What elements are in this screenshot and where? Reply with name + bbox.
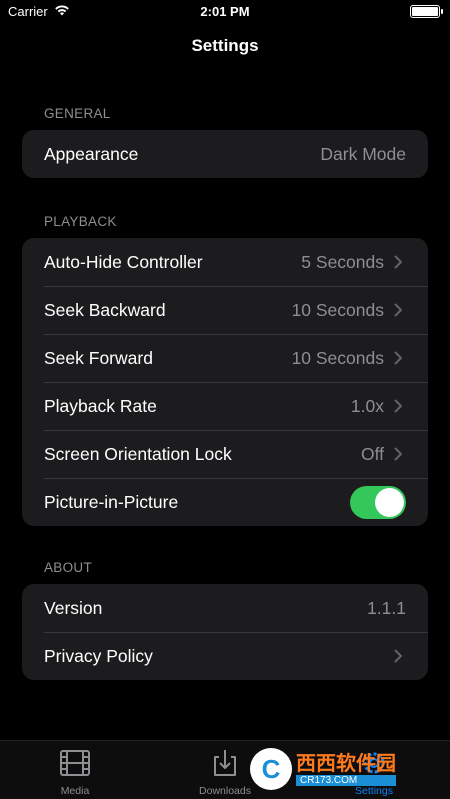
general-group: Appearance Dark Mode — [22, 130, 428, 178]
watermark-emblem: C — [250, 748, 292, 790]
appearance-row[interactable]: Appearance Dark Mode — [22, 130, 428, 178]
seek-forward-label: Seek Forward — [44, 347, 153, 368]
pip-row: Picture-in-Picture — [22, 478, 428, 526]
section-header-general: GENERAL — [44, 106, 111, 121]
chevron-right-icon — [394, 447, 406, 461]
playback-rate-row[interactable]: Playback Rate 1.0x — [22, 382, 428, 430]
status-bar: Carrier 2:01 PM — [0, 0, 450, 24]
appearance-value: Dark Mode — [320, 143, 406, 164]
orientation-lock-value: Off — [360, 443, 384, 464]
playback-rate-value: 1.0x — [350, 395, 384, 416]
chevron-right-icon — [394, 399, 406, 413]
orientation-lock-label: Screen Orientation Lock — [44, 443, 232, 464]
section-header-playback: PLAYBACK — [44, 214, 117, 229]
pip-label: Picture-in-Picture — [44, 491, 179, 512]
toggle-knob — [375, 487, 404, 517]
chevron-right-icon — [394, 303, 406, 317]
orientation-lock-row[interactable]: Screen Orientation Lock Off — [22, 430, 428, 478]
about-group: Version 1.1.1 Privacy Policy — [22, 584, 428, 680]
pip-toggle[interactable] — [350, 485, 406, 519]
seek-forward-row[interactable]: Seek Forward 10 Seconds — [22, 334, 428, 382]
seek-backward-value: 10 Seconds — [291, 299, 384, 320]
chevron-right-icon — [394, 649, 406, 663]
tab-media[interactable]: Media — [15, 749, 135, 797]
tab-downloads-label: Downloads — [199, 785, 251, 797]
privacy-policy-label: Privacy Policy — [44, 645, 153, 666]
download-icon — [211, 749, 239, 782]
status-time: 2:01 PM — [200, 4, 250, 19]
watermark-logo: C 西西软件园 CR173.COM — [250, 748, 430, 790]
watermark-url: CR173.COM — [296, 774, 396, 786]
version-value: 1.1.1 — [367, 597, 406, 618]
seek-forward-value: 10 Seconds — [291, 347, 384, 368]
privacy-policy-row[interactable]: Privacy Policy — [22, 632, 428, 680]
version-row: Version 1.1.1 — [22, 584, 428, 632]
chevron-right-icon — [394, 351, 406, 365]
film-icon — [60, 749, 90, 782]
watermark-main: 西西软件园 — [296, 752, 396, 775]
page-title: Settings — [191, 36, 259, 55]
chevron-right-icon — [394, 255, 406, 269]
version-label: Version — [44, 597, 103, 618]
auto-hide-value: 5 Seconds — [301, 251, 384, 272]
appearance-label: Appearance — [44, 143, 139, 164]
tab-media-label: Media — [60, 785, 90, 797]
battery-icon — [410, 5, 443, 18]
seek-backward-label: Seek Backward — [44, 299, 166, 320]
auto-hide-label: Auto-Hide Controller — [44, 251, 203, 272]
playback-rate-label: Playback Rate — [44, 395, 157, 416]
auto-hide-row[interactable]: Auto-Hide Controller 5 Seconds — [22, 238, 428, 286]
section-header-about: ABOUT — [44, 560, 93, 575]
playback-group: Auto-Hide Controller 5 Seconds Seek Back… — [22, 238, 428, 526]
seek-backward-row[interactable]: Seek Backward 10 Seconds — [22, 286, 428, 334]
